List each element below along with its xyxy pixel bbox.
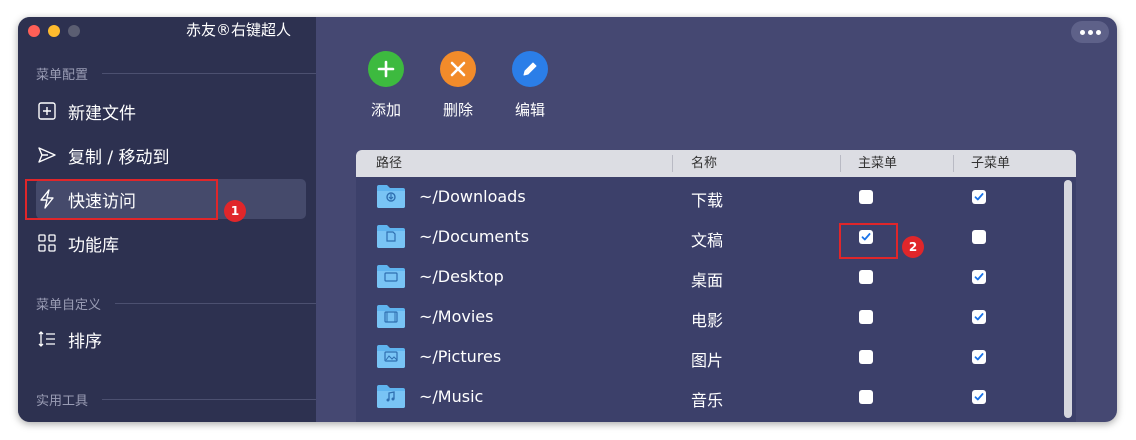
more-options-button[interactable] xyxy=(1071,21,1109,43)
main-menu-checkbox[interactable] xyxy=(859,310,873,324)
sidebar-item-copy-move[interactable]: 复制 / 移动到 xyxy=(36,135,306,175)
minimize-window-button[interactable] xyxy=(48,25,60,37)
desktop-folder-icon xyxy=(376,263,406,293)
edit-button-label: 编辑 xyxy=(514,101,545,119)
row-path: ~/Documents xyxy=(419,227,530,246)
sub-menu-checkbox[interactable] xyxy=(972,270,986,284)
sidebar-item-label: 新建文件 xyxy=(68,103,136,124)
sidebar-item-new-file[interactable]: 新建文件 xyxy=(36,91,306,131)
sub-menu-checkbox[interactable] xyxy=(972,390,986,404)
window-controls xyxy=(28,25,80,37)
app-title: 赤友®右键超人 xyxy=(186,21,292,39)
section-label-menu-custom: 菜单自定义 xyxy=(36,294,316,313)
add-button[interactable]: 添加 xyxy=(356,51,416,120)
table-row[interactable]: ~/Pictures 图片 xyxy=(356,337,1061,377)
sidebar-item-sort[interactable]: 排序 xyxy=(36,319,306,359)
send-icon xyxy=(36,144,58,166)
annotation-badge-1: 1 xyxy=(224,200,246,222)
main-menu-checkbox[interactable] xyxy=(859,270,873,284)
table-row[interactable]: ~/Movies 电影 xyxy=(356,297,1061,337)
sub-menu-checkbox[interactable] xyxy=(972,310,986,324)
table-scrollbar[interactable] xyxy=(1064,180,1072,418)
zoom-window-button[interactable] xyxy=(68,25,80,37)
sidebar-item-feature-library[interactable]: 功能库 xyxy=(36,223,306,263)
delete-button-label: 删除 xyxy=(442,101,473,119)
table-row[interactable]: ~/Desktop 桌面 xyxy=(356,257,1061,297)
column-header-name[interactable]: 名称 xyxy=(691,150,717,177)
pictures-folder-icon xyxy=(376,343,406,373)
table-row[interactable]: ~/Documents 文稿 xyxy=(356,217,1061,257)
sort-icon xyxy=(36,328,58,350)
close-icon xyxy=(440,51,476,87)
pencil-icon xyxy=(512,51,548,87)
app-window: 菜单配置 新建文件 复制 / 移动到 快速访问 功能库 菜单自定义 排序 实用工… xyxy=(18,17,1117,422)
column-header-sub-menu[interactable]: 子菜单 xyxy=(971,150,1010,177)
section-label-menu-config: 菜单配置 xyxy=(36,64,316,83)
delete-button[interactable]: 删除 xyxy=(428,51,488,120)
row-path: ~/Music xyxy=(419,387,484,406)
row-name: 下载 xyxy=(691,191,724,210)
edit-button[interactable]: 编辑 xyxy=(500,51,560,120)
table-row[interactable]: ~/Downloads 下载 xyxy=(356,177,1061,217)
main-menu-checkbox[interactable] xyxy=(859,350,873,364)
main-menu-checkbox[interactable] xyxy=(859,190,873,204)
main-menu-checkbox[interactable] xyxy=(859,390,873,404)
row-name: 音乐 xyxy=(691,391,724,410)
table-header: 路径 名称 主菜单 子菜单 xyxy=(356,150,1076,177)
sub-menu-checkbox[interactable] xyxy=(972,350,986,364)
row-name: 电影 xyxy=(691,311,724,330)
row-path: ~/Pictures xyxy=(419,347,502,366)
grid-icon xyxy=(36,232,58,254)
downloads-folder-icon xyxy=(376,183,406,213)
annotation-box-1 xyxy=(25,179,218,220)
annotation-badge-2: 2 xyxy=(902,236,924,258)
plus-icon xyxy=(368,51,404,87)
sub-menu-checkbox[interactable] xyxy=(972,230,986,244)
annotation-box-2 xyxy=(839,223,898,259)
new-file-icon xyxy=(36,100,58,122)
column-header-main-menu[interactable]: 主菜单 xyxy=(858,150,897,177)
sidebar-item-label: 排序 xyxy=(68,331,102,352)
quick-access-table: 路径 名称 主菜单 子菜单 ~/Downloads 下载 ~/Documents 文稿… xyxy=(356,150,1076,422)
table-row[interactable]: ~/Music 音乐 xyxy=(356,377,1061,417)
music-folder-icon xyxy=(376,383,406,413)
row-path: ~/Desktop xyxy=(419,267,504,286)
row-name: 桌面 xyxy=(691,271,724,290)
section-label-utilities: 实用工具 xyxy=(36,390,316,409)
documents-folder-icon xyxy=(376,223,406,253)
row-name: 图片 xyxy=(691,351,724,370)
movies-folder-icon xyxy=(376,303,406,333)
row-name: 文稿 xyxy=(691,231,724,250)
add-button-label: 添加 xyxy=(370,101,401,119)
row-path: ~/Movies xyxy=(419,307,494,326)
row-path: ~/Downloads xyxy=(419,187,526,206)
sidebar-item-label: 功能库 xyxy=(68,235,119,256)
sub-menu-checkbox[interactable] xyxy=(972,190,986,204)
column-header-path[interactable]: 路径 xyxy=(376,150,402,177)
close-window-button[interactable] xyxy=(28,25,40,37)
sidebar-item-label: 复制 / 移动到 xyxy=(68,147,170,168)
